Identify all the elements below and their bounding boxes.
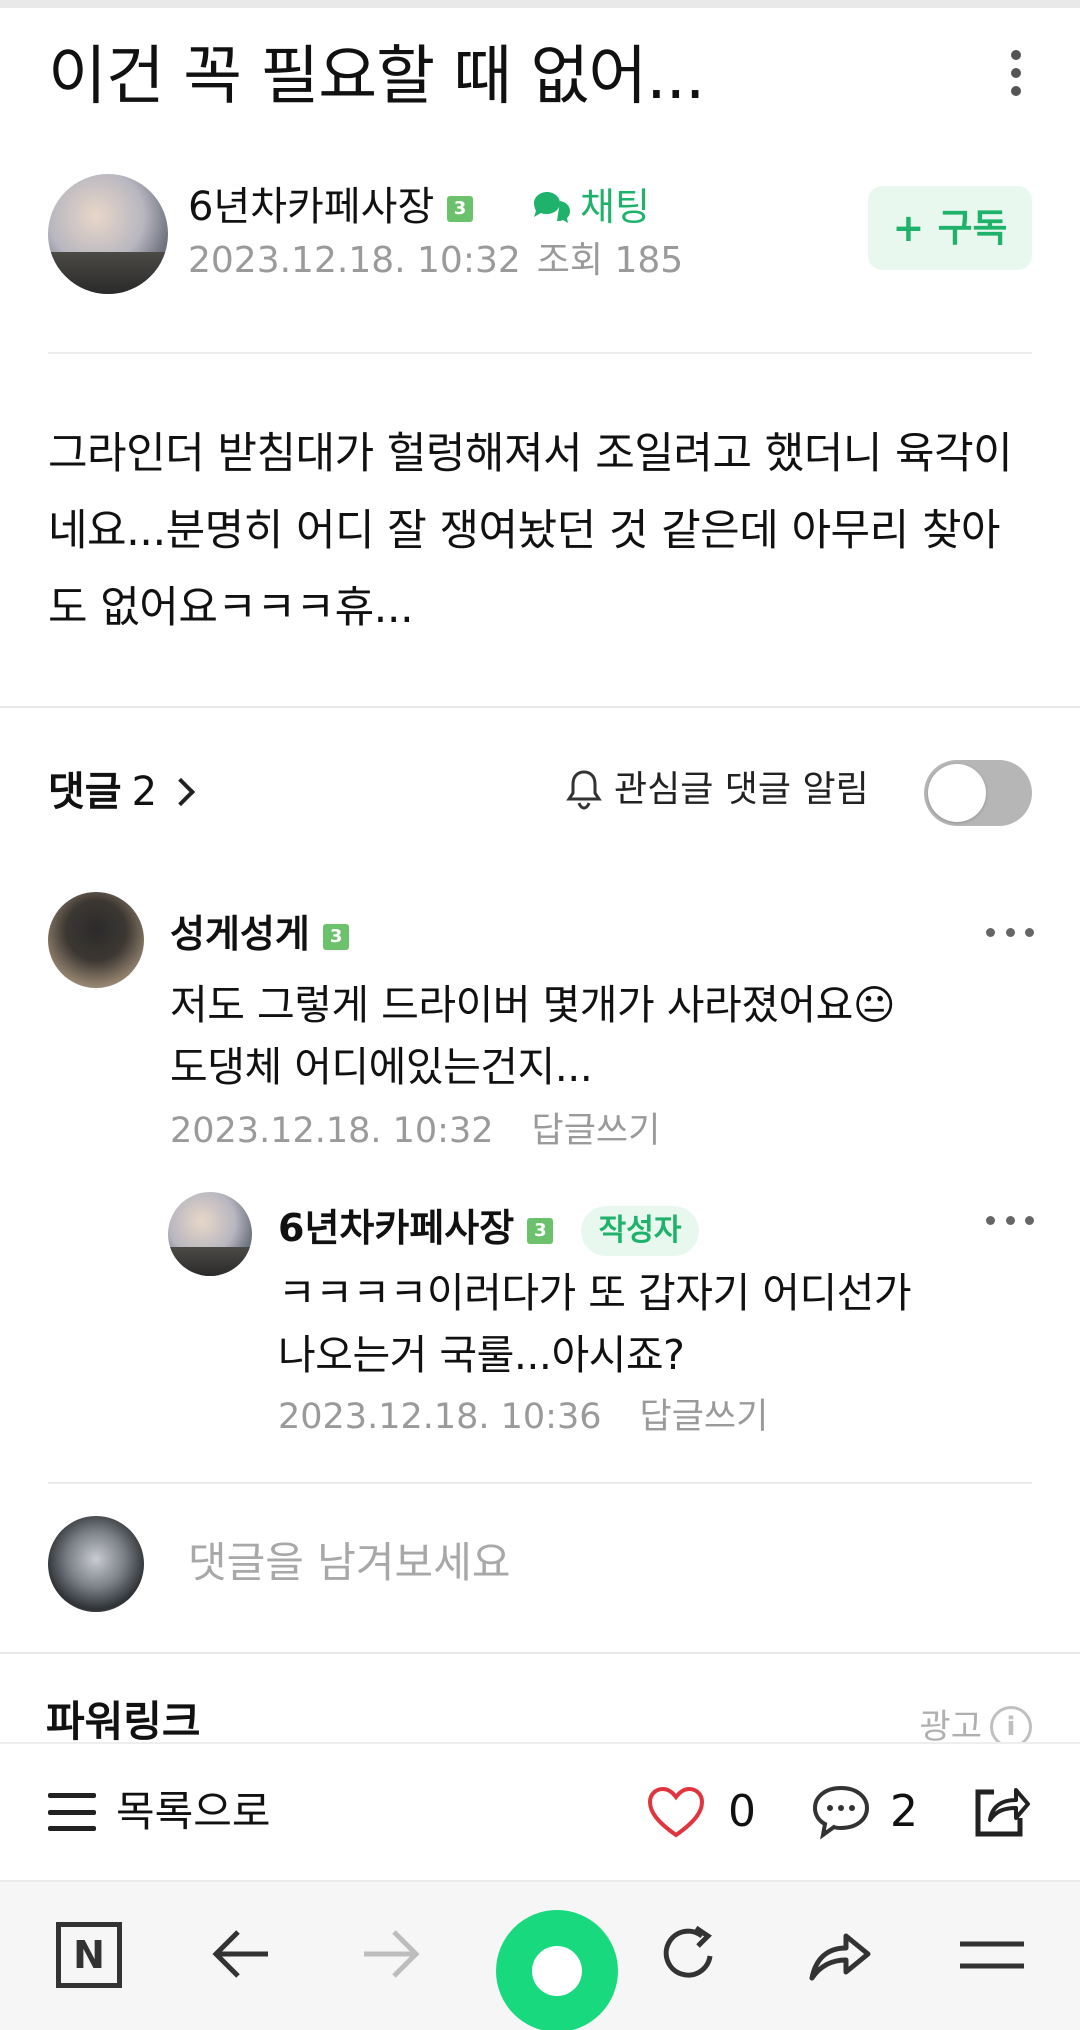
more-options-icon[interactable] <box>1008 50 1024 100</box>
share-arrow-icon[interactable] <box>806 1924 874 1988</box>
reply-author[interactable]: 6년차카페사장 3 작성자 <box>278 1202 700 1256</box>
browser-toolbar: N <box>0 1880 1080 2030</box>
notify-toggle[interactable] <box>924 760 1032 826</box>
list-label: 목록으로 <box>116 1787 271 1836</box>
comment-author[interactable]: 성게성게 3 <box>170 908 350 960</box>
comment-bubble-icon <box>812 1785 870 1840</box>
comments-header[interactable]: 댓글 2 <box>48 764 196 820</box>
share-icon <box>975 1788 1030 1837</box>
reply-author-name: 6년차카페사장 <box>278 1206 515 1250</box>
post-views: 조회 185 <box>536 240 684 281</box>
reply-date: 2023.12.18. 10:36 <box>278 1397 602 1437</box>
reply-meta: 2023.12.18. 10:36 답글쓰기 <box>278 1392 768 1442</box>
reply-text-line1: ㅋㅋㅋㅋ이러다가 또 갑자기 어디선가 <box>278 1269 912 1317</box>
list-icon <box>48 1793 96 1831</box>
reply-avatar[interactable] <box>168 1192 252 1276</box>
chat-bubble-icon <box>534 192 570 223</box>
post-body: 그라인더 받침대가 헐렁해져서 조일려고 했더니 육각이네요...분명히 어디 … <box>48 429 1013 633</box>
commenter-avatar[interactable] <box>48 892 144 988</box>
menu-icon[interactable] <box>958 1938 1026 1976</box>
toggle-knob <box>928 764 986 822</box>
comment-text-line1: 저도 그렇게 드라이버 몇개가 사라졌어요😐 <box>170 981 896 1029</box>
comment-date: 2023.12.18. 10:32 <box>170 1111 494 1151</box>
bell-icon <box>566 770 602 810</box>
section-divider <box>0 1652 1080 1654</box>
like-button[interactable]: 0 <box>646 1780 756 1844</box>
author-divider <box>48 352 1032 354</box>
top-divider <box>0 0 1080 8</box>
my-avatar <box>48 1516 144 1612</box>
comment-text-line2: 도댕체 어디에있는건지... <box>170 1043 593 1091</box>
comment-author-name: 성게성게 <box>170 912 310 956</box>
subscribe-button[interactable]: + 구독 <box>868 186 1032 270</box>
heart-icon <box>647 1786 705 1838</box>
chat-button[interactable]: 채팅 <box>530 180 650 234</box>
forward-arrow-icon <box>360 1926 422 1986</box>
article-action-bar: 목록으로 0 2 <box>0 1742 1080 1878</box>
level-badge: 3 <box>527 1217 554 1244</box>
green-dot-icon[interactable] <box>496 1910 618 2030</box>
post-date: 2023.12.18. 10:32 <box>188 240 521 281</box>
post-meta: 2023.12.18. 10:32 조회 185 <box>188 236 683 286</box>
notify-label: 관심글 댓글 알림 <box>614 769 869 810</box>
comments-count: 2 <box>131 769 158 815</box>
author-badge: 작성자 <box>580 1205 700 1256</box>
comment-more-icon[interactable] <box>986 928 1034 940</box>
comments-divider <box>48 1482 1032 1484</box>
back-arrow-icon[interactable] <box>210 1926 272 1986</box>
share-button[interactable] <box>970 1780 1032 1844</box>
author-avatar[interactable] <box>48 174 168 294</box>
level-badge: 3 <box>323 923 350 950</box>
author-name: 6년차카페사장 <box>188 184 435 230</box>
comment-count: 2 <box>890 1786 918 1837</box>
naver-home-icon[interactable]: N <box>56 1922 122 1988</box>
chevron-right-icon <box>166 777 196 807</box>
refresh-icon[interactable] <box>656 1922 722 1992</box>
section-divider <box>0 706 1080 708</box>
like-count: 0 <box>728 1786 756 1837</box>
back-to-list-button[interactable]: 목록으로 <box>48 1784 271 1840</box>
reply-button[interactable]: 답글쓰기 <box>640 1397 769 1437</box>
reply-more-icon[interactable] <box>986 1216 1034 1228</box>
author-info[interactable]: 6년차카페사장 3 <box>188 180 473 234</box>
chat-label: 채팅 <box>580 185 650 229</box>
comment-input[interactable]: 댓글을 남겨보세요 <box>188 1534 510 1592</box>
level-badge: 3 <box>446 196 473 222</box>
article-page: 이건 꼭 필요할 때 없어... 6년차카페사장 3 채팅 2023.12.18… <box>0 0 1080 2030</box>
reply-button[interactable]: 답글쓰기 <box>532 1111 661 1151</box>
comment-meta: 2023.12.18. 10:32 답글쓰기 <box>170 1106 660 1156</box>
reply-text-line2: 나오는거 국룰...아시죠? <box>278 1331 685 1379</box>
post-title: 이건 꼭 필요할 때 없어... <box>48 40 705 114</box>
comment-notify: 관심글 댓글 알림 <box>564 762 869 818</box>
comment-count-button[interactable]: 2 <box>810 1780 918 1844</box>
comments-label: 댓글 <box>48 769 122 815</box>
